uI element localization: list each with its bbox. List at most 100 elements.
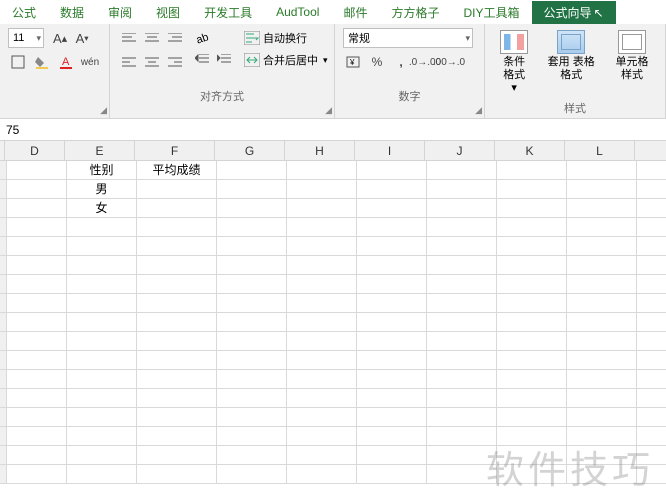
cell[interactable] [137, 370, 217, 388]
cell[interactable] [217, 256, 287, 274]
cell[interactable] [427, 161, 497, 179]
formula-bar[interactable]: 75 [0, 119, 666, 141]
tab-view[interactable]: 视图 [144, 1, 192, 24]
cell[interactable] [497, 351, 567, 369]
cell[interactable] [7, 199, 67, 217]
cell[interactable] [217, 446, 287, 464]
cell[interactable] [287, 180, 357, 198]
cell[interactable] [217, 408, 287, 426]
accounting-format-icon[interactable]: ¥ [343, 52, 363, 72]
cell[interactable] [217, 294, 287, 312]
cell[interactable] [427, 313, 497, 331]
cell[interactable] [217, 275, 287, 293]
cell[interactable] [67, 408, 137, 426]
number-dialog-launcher-icon[interactable]: ◢ [475, 105, 482, 116]
cell[interactable] [427, 370, 497, 388]
align-top-left-icon[interactable] [118, 28, 140, 50]
cell[interactable] [67, 313, 137, 331]
cell[interactable] [287, 218, 357, 236]
col-header-J[interactable]: J [425, 141, 495, 160]
cell[interactable] [7, 332, 67, 350]
cell[interactable] [217, 237, 287, 255]
cell[interactable] [137, 218, 217, 236]
cell[interactable] [567, 199, 637, 217]
col-header-E[interactable]: E [65, 141, 135, 160]
tab-formula-wizard[interactable]: 公式向导↖ [532, 1, 616, 24]
cell[interactable] [427, 389, 497, 407]
cell[interactable] [427, 256, 497, 274]
cell[interactable] [497, 446, 567, 464]
fill-color-icon[interactable] [32, 52, 52, 72]
cell[interactable] [217, 180, 287, 198]
row-header[interactable] [0, 389, 7, 407]
col-header-D[interactable]: D [5, 141, 65, 160]
cell[interactable] [287, 427, 357, 445]
cell[interactable] [567, 389, 637, 407]
col-header-L[interactable]: L [565, 141, 635, 160]
wrap-text-button[interactable]: 自动换行 [240, 28, 332, 48]
cell[interactable] [217, 218, 287, 236]
cell[interactable] [497, 218, 567, 236]
row-header[interactable] [0, 199, 7, 217]
cell[interactable] [567, 275, 637, 293]
cell[interactable] [287, 294, 357, 312]
tab-mail[interactable]: 邮件 [331, 1, 379, 24]
cell[interactable] [497, 180, 567, 198]
cell[interactable] [7, 256, 67, 274]
cell[interactable] [217, 199, 287, 217]
cell[interactable] [7, 218, 67, 236]
cell[interactable]: 男 [67, 180, 137, 198]
cell[interactable] [567, 446, 637, 464]
cell[interactable] [217, 427, 287, 445]
phonetic-icon[interactable]: wén [80, 52, 100, 72]
cell[interactable] [137, 313, 217, 331]
cell[interactable] [427, 465, 497, 483]
cell[interactable] [497, 294, 567, 312]
cell[interactable] [67, 218, 137, 236]
cell[interactable] [137, 389, 217, 407]
cell[interactable] [7, 389, 67, 407]
cell[interactable] [497, 275, 567, 293]
cell[interactable] [427, 199, 497, 217]
cell[interactable] [497, 313, 567, 331]
cell[interactable] [7, 446, 67, 464]
cell[interactable] [287, 332, 357, 350]
cell[interactable] [357, 408, 427, 426]
cell[interactable] [7, 408, 67, 426]
row-header[interactable] [0, 332, 7, 350]
cell[interactable] [567, 313, 637, 331]
tab-review[interactable]: 审阅 [96, 1, 144, 24]
col-header-F[interactable]: F [135, 141, 215, 160]
cell[interactable] [217, 161, 287, 179]
align-left-icon[interactable] [118, 51, 140, 73]
cell[interactable] [497, 370, 567, 388]
col-header-I[interactable]: I [355, 141, 425, 160]
cell[interactable] [357, 465, 427, 483]
row-header[interactable] [0, 294, 7, 312]
merge-center-button[interactable]: 合并后居中▾ [240, 50, 332, 70]
cell[interactable] [137, 427, 217, 445]
font-size-select[interactable]: 11 [8, 28, 44, 48]
cell[interactable] [217, 351, 287, 369]
cell[interactable] [7, 313, 67, 331]
cell[interactable] [67, 294, 137, 312]
cell[interactable] [137, 465, 217, 483]
cell[interactable] [137, 256, 217, 274]
cell[interactable] [567, 427, 637, 445]
cell[interactable] [137, 408, 217, 426]
cell[interactable] [427, 351, 497, 369]
decrease-font-icon[interactable]: A▾ [72, 28, 92, 48]
percent-icon[interactable]: % [367, 52, 387, 72]
cell[interactable] [427, 332, 497, 350]
cell[interactable] [567, 370, 637, 388]
row-header[interactable] [0, 446, 7, 464]
cell[interactable] [357, 161, 427, 179]
cell[interactable] [357, 199, 427, 217]
cell[interactable] [287, 313, 357, 331]
cell[interactable] [497, 199, 567, 217]
cell[interactable] [427, 237, 497, 255]
cell[interactable]: 女 [67, 199, 137, 217]
cell[interactable] [427, 294, 497, 312]
col-header-G[interactable]: G [215, 141, 285, 160]
cell[interactable] [137, 199, 217, 217]
